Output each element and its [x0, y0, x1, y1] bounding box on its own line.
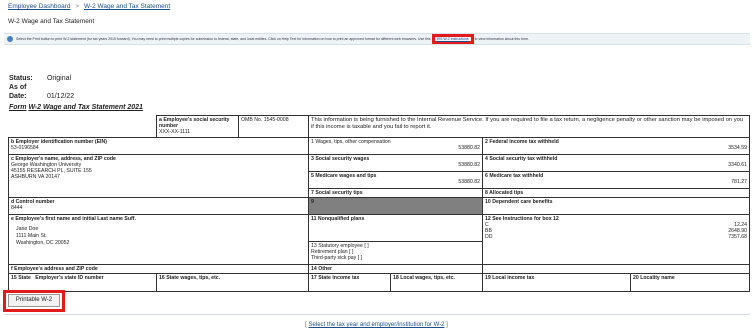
box-11-13: 11 Nonqualified plans 13 Statutory emplo… [308, 214, 483, 265]
form-title: Form W-2 Wage and Tax Statement 2021 [9, 104, 143, 111]
box-6: 6 Medicare tax withheld 781.27 [481, 171, 751, 189]
box-8: 8 Allocated tips [481, 188, 751, 198]
status-value: Original [46, 75, 72, 82]
status-label: Status: [9, 75, 33, 82]
w2-form: a Employee's social security number XXX-X… [8, 115, 751, 292]
omb-number: OMB No. 1545-0008 [238, 115, 309, 138]
box-18: 18 Local wages, tips, etc. [390, 273, 483, 292]
irs-w2-instructions-label: IRS W-2 Instructions [436, 37, 469, 41]
box-14-blank [481, 264, 751, 274]
breadcrumb-separator: > [75, 3, 80, 10]
box-13: 13 Statutory employee [ ] Retirement pla… [311, 243, 369, 261]
info-icon [7, 36, 13, 43]
divider [4, 314, 750, 315]
printable-w2-button[interactable]: Printable W-2 [8, 294, 60, 307]
blank-cell [8, 115, 157, 138]
box-e: e Employee's first name and initial Last… [8, 214, 309, 265]
info-bar: Select the Print button to print W-2 sta… [4, 33, 750, 45]
box-9: 9 [308, 197, 483, 215]
box-2: 2 Federal income tax withheld 3534.59 [481, 137, 751, 155]
box-f: f Employee's address and ZIP code [8, 264, 309, 274]
as-of-date-label: As of Date: [9, 84, 27, 100]
box-3: 3 Social security wages 53880.82 [308, 154, 483, 172]
info-text: Select the Print button to print W-2 sta… [16, 37, 431, 41]
as-of-date-value: 01/12/22 [46, 93, 75, 100]
irs-w2-instructions-link[interactable]: IRS W-2 Instructions [431, 34, 474, 44]
select-tax-year-link[interactable]: Select the tax year and employer/institu… [309, 322, 445, 328]
box-7: 7 Social security tips [308, 188, 483, 198]
bracket-open: [ [305, 322, 307, 328]
box-15: 15 State Employer's state ID number [8, 273, 157, 292]
box-11: 11 Nonqualified plans [309, 216, 482, 242]
box-4: 4 Social security tax withheld 3340.61 [481, 154, 751, 172]
page-title: W-2 Wage and Tax Statement [8, 18, 95, 25]
info-text-after: to view information about this form. [474, 37, 529, 41]
box-16: 16 State wages, tips, etc. [156, 273, 309, 292]
box-5: 5 Medicare wages and tips 53880.82 [308, 171, 483, 189]
box-b: b Employer identification number (EIN) 53… [8, 137, 309, 155]
footer: [ Select the tax year and employer/insti… [0, 322, 753, 328]
box-14: 14 Other [308, 264, 483, 274]
box-d: d Control number 8444 [8, 197, 309, 215]
box-17: 17 State income tax [308, 273, 391, 292]
box-12: 12 See Instructions for box 12 C 12.24 BB… [481, 214, 751, 265]
box-19: 19 Local income tax [482, 273, 631, 292]
bracket-close: ] [446, 322, 448, 328]
breadcrumb-w2[interactable]: W-2 Wage and Tax Statement [84, 3, 170, 10]
form-prefix: Form [9, 104, 27, 111]
irs-notice: This information is being furnished to t… [307, 115, 751, 138]
form-name: W-2 Wage and Tax Statement 2021 [28, 104, 143, 111]
box-20: 20 Locality name [629, 273, 751, 292]
breadcrumb-employee-dashboard[interactable]: Employee Dashboard [8, 3, 71, 10]
box-10: 10 Dependent care benefits [481, 197, 751, 215]
status-block: Status: Original As of Date: 01/12/22 [9, 74, 74, 101]
box-c: c Employer's name, address, and ZIP code… [8, 154, 309, 198]
breadcrumb: Employee Dashboard > W-2 Wage and Tax St… [8, 3, 173, 10]
box-a: a Employee's social security number XXX-X… [156, 115, 239, 138]
box-1: 1 Wages, tips, other compensation 53880.8… [308, 137, 483, 155]
